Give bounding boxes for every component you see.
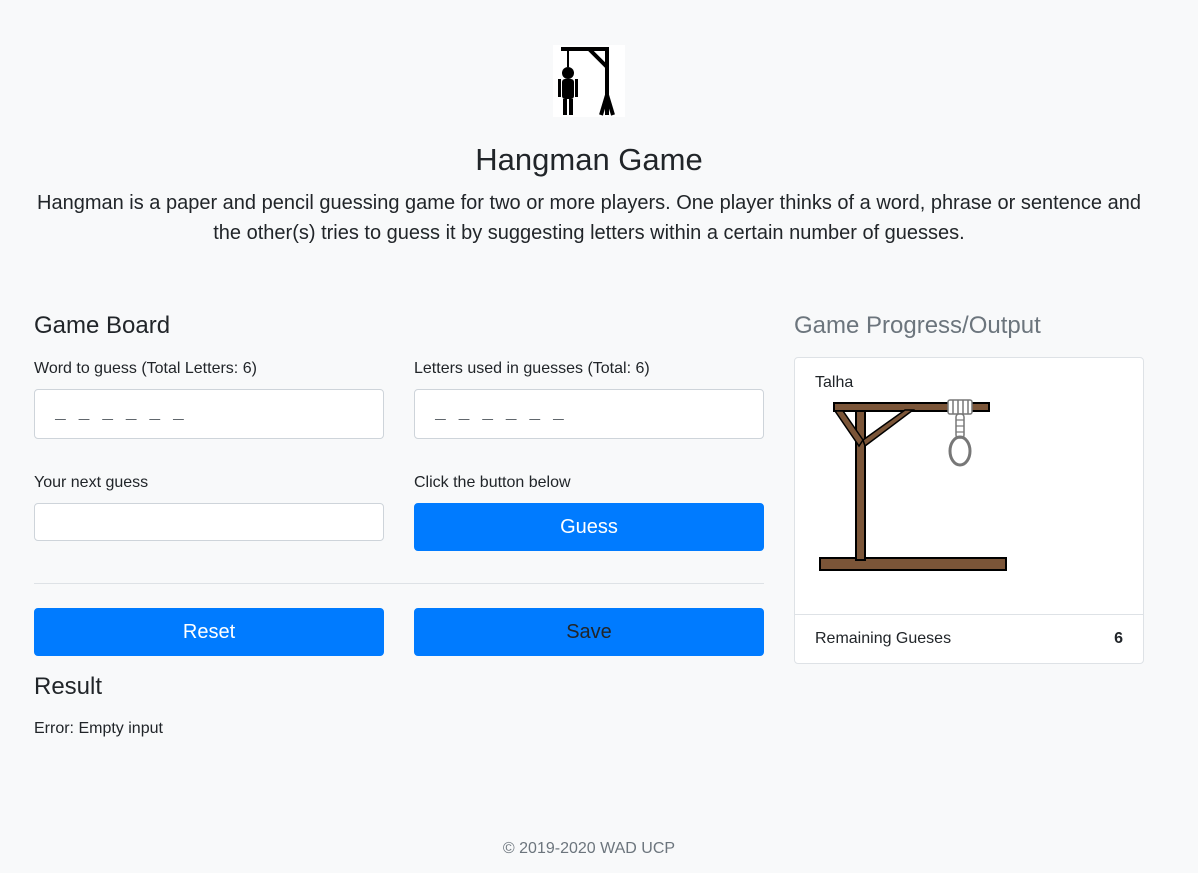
save-button[interactable]: Save [414,608,764,656]
reset-button[interactable]: Reset [34,608,384,656]
remaining-guesses-row: Remaining Gueses 6 [795,614,1143,663]
player-name: Talha [815,374,854,391]
divider [34,583,764,584]
guess-button[interactable]: Guess [414,503,764,551]
game-description: Hangman is a paper and pencil guessing g… [37,192,1141,244]
remaining-guesses-label: Remaining Gueses [815,630,952,647]
gallows-icon [817,396,1017,581]
result-title: Result [34,673,103,700]
footer-copyright: © 2019-2020 WAD UCP [502,840,676,857]
game-progress-title: Game Progress/Output [794,312,1041,339]
remaining-guesses-count: 6 [1114,630,1123,647]
word-to-guess-display: _ _ _ _ _ _ [34,389,384,439]
letters-used-display: _ _ _ _ _ _ [414,389,764,439]
letters-used-label: Letters used in guesses (Total: 6) [414,360,650,377]
next-guess-input[interactable] [34,503,384,541]
word-to-guess-label: Word to guess (Total Letters: 6) [34,360,257,377]
game-board-title: Game Board [34,312,171,339]
button-hint-label: Click the button below [414,474,571,491]
game-progress-card: Talha Remaining Gueses 6 [794,357,1144,664]
result-message: Error: Empty input [34,720,163,737]
hangman-logo-icon [553,45,625,117]
next-guess-label: Your next guess [34,474,149,491]
page-title: Hangman Game [475,142,703,177]
